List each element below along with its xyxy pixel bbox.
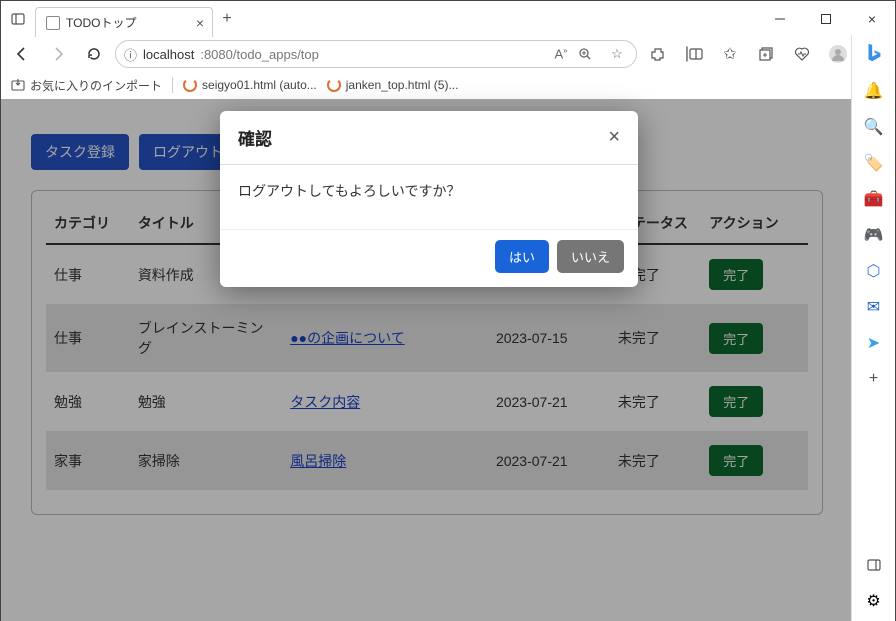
bookmark-janken[interactable]: janken_top.html (5)... xyxy=(327,78,459,92)
send-icon[interactable]: ➤ xyxy=(862,331,886,355)
refresh-button[interactable] xyxy=(79,39,109,69)
forward-button xyxy=(43,39,73,69)
extensions-icon[interactable] xyxy=(643,39,673,69)
new-tab-button[interactable]: + xyxy=(213,10,241,28)
settings-icon[interactable]: ⚙ xyxy=(862,589,886,613)
page-favicon xyxy=(46,16,60,30)
collections-icon[interactable] xyxy=(751,39,781,69)
minimize-button[interactable] xyxy=(757,1,803,37)
shopping-tag-icon[interactable]: 🏷️ xyxy=(862,151,886,175)
read-aloud-icon[interactable]: A» xyxy=(550,46,572,61)
bing-icon[interactable] xyxy=(860,39,888,67)
favorites-icon[interactable]: ✩ xyxy=(715,39,745,69)
add-icon[interactable]: + xyxy=(862,367,886,391)
office-icon[interactable]: ⬡ xyxy=(862,259,886,283)
dialog-title: 確認 xyxy=(238,125,272,150)
confirm-no-button[interactable]: いいえ xyxy=(557,240,624,273)
profile-icon[interactable] xyxy=(823,39,853,69)
favorite-star-icon[interactable]: ☆ xyxy=(606,46,628,62)
browser-tab[interactable]: TODOトップ × xyxy=(35,7,213,37)
tab-title: TODOトップ xyxy=(66,14,136,31)
edge-sidebar: 🔔 🔍 🏷️ 🧰 🎮 ⬡ ✉ ➤ + ⚙ xyxy=(851,35,895,621)
outlook-icon[interactable]: ✉ xyxy=(862,295,886,319)
swirl-icon xyxy=(183,78,197,92)
games-icon[interactable]: 🎮 xyxy=(862,223,886,247)
dialog-body: ログアウトしてもよろしいですか？ xyxy=(220,165,638,229)
bookmark-seigyo[interactable]: seigyo01.html (auto... xyxy=(183,78,317,92)
split-screen-icon[interactable]: | xyxy=(679,39,709,69)
import-favorites-button[interactable]: お気に入りのインポート xyxy=(11,77,162,94)
url-path: :8080/todo_apps/top xyxy=(200,47,319,62)
close-icon[interactable]: × xyxy=(608,126,620,149)
confirm-yes-button[interactable]: はい xyxy=(495,240,549,273)
search-icon[interactable]: 🔍 xyxy=(862,115,886,139)
site-info-icon[interactable]: ⓘ xyxy=(124,45,137,64)
close-tab-icon[interactable]: × xyxy=(196,15,204,31)
import-icon xyxy=(11,78,25,92)
tools-icon[interactable]: 🧰 xyxy=(862,187,886,211)
notifications-icon[interactable]: 🔔 xyxy=(862,79,886,103)
health-icon[interactable] xyxy=(787,39,817,69)
url-host: localhost xyxy=(143,47,194,62)
swirl-icon xyxy=(327,78,341,92)
address-bar[interactable]: ⓘ localhost :8080/todo_apps/top A» ☆ xyxy=(115,40,637,68)
back-button[interactable] xyxy=(7,39,37,69)
confirm-dialog: 確認 × ログアウトしてもよろしいですか？ はい いいえ xyxy=(220,111,638,287)
close-window-button[interactable]: × xyxy=(849,1,895,37)
maximize-button[interactable] xyxy=(803,1,849,37)
sidebar-collapse-icon[interactable] xyxy=(862,553,886,577)
zoom-icon[interactable] xyxy=(578,47,600,61)
tab-actions-button[interactable] xyxy=(1,12,35,26)
bm-import-label: お気に入りのインポート xyxy=(30,77,162,94)
